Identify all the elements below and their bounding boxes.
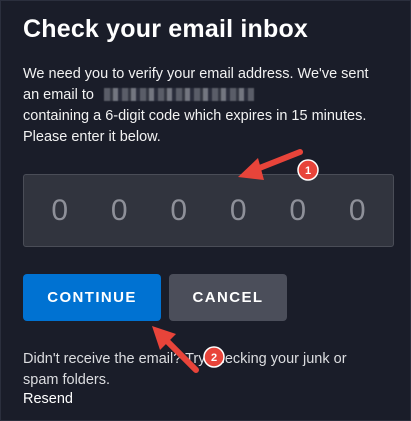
description-line-1: We need you to verify your email address…: [23, 66, 369, 82]
continue-button[interactable]: CONTINUE: [23, 274, 161, 321]
page-title: Check your email inbox: [23, 15, 309, 43]
dialog-frame: Check your email inbox We need you to ve…: [0, 0, 411, 421]
resend-link[interactable]: Resend: [23, 391, 73, 407]
redacted-email: [103, 88, 254, 101]
help-line-1: Didn't receive the email? Try checking y…: [23, 351, 347, 367]
cancel-button[interactable]: CANCEL: [169, 274, 287, 321]
code-digit-5[interactable]: 0: [278, 194, 318, 228]
description-text: We need you to verify your email address…: [23, 64, 395, 148]
description-line-4: Please enter it below.: [23, 129, 161, 145]
description-line-2-prefix: an email to: [23, 87, 94, 103]
description-line-3: containing a 6-digit code which expires …: [23, 108, 367, 124]
verification-code-input[interactable]: 0 0 0 0 0 0: [23, 174, 394, 247]
code-digit-4[interactable]: 0: [218, 194, 258, 228]
code-digit-2[interactable]: 0: [99, 194, 139, 228]
help-line-2: spam folders.: [23, 372, 111, 388]
code-digit-1[interactable]: 0: [40, 194, 80, 228]
help-text: Didn't receive the email? Try checking y…: [23, 349, 395, 391]
code-digit-3[interactable]: 0: [159, 194, 199, 228]
code-digit-6[interactable]: 0: [337, 194, 377, 228]
description-line-2: an email to: [23, 85, 395, 106]
